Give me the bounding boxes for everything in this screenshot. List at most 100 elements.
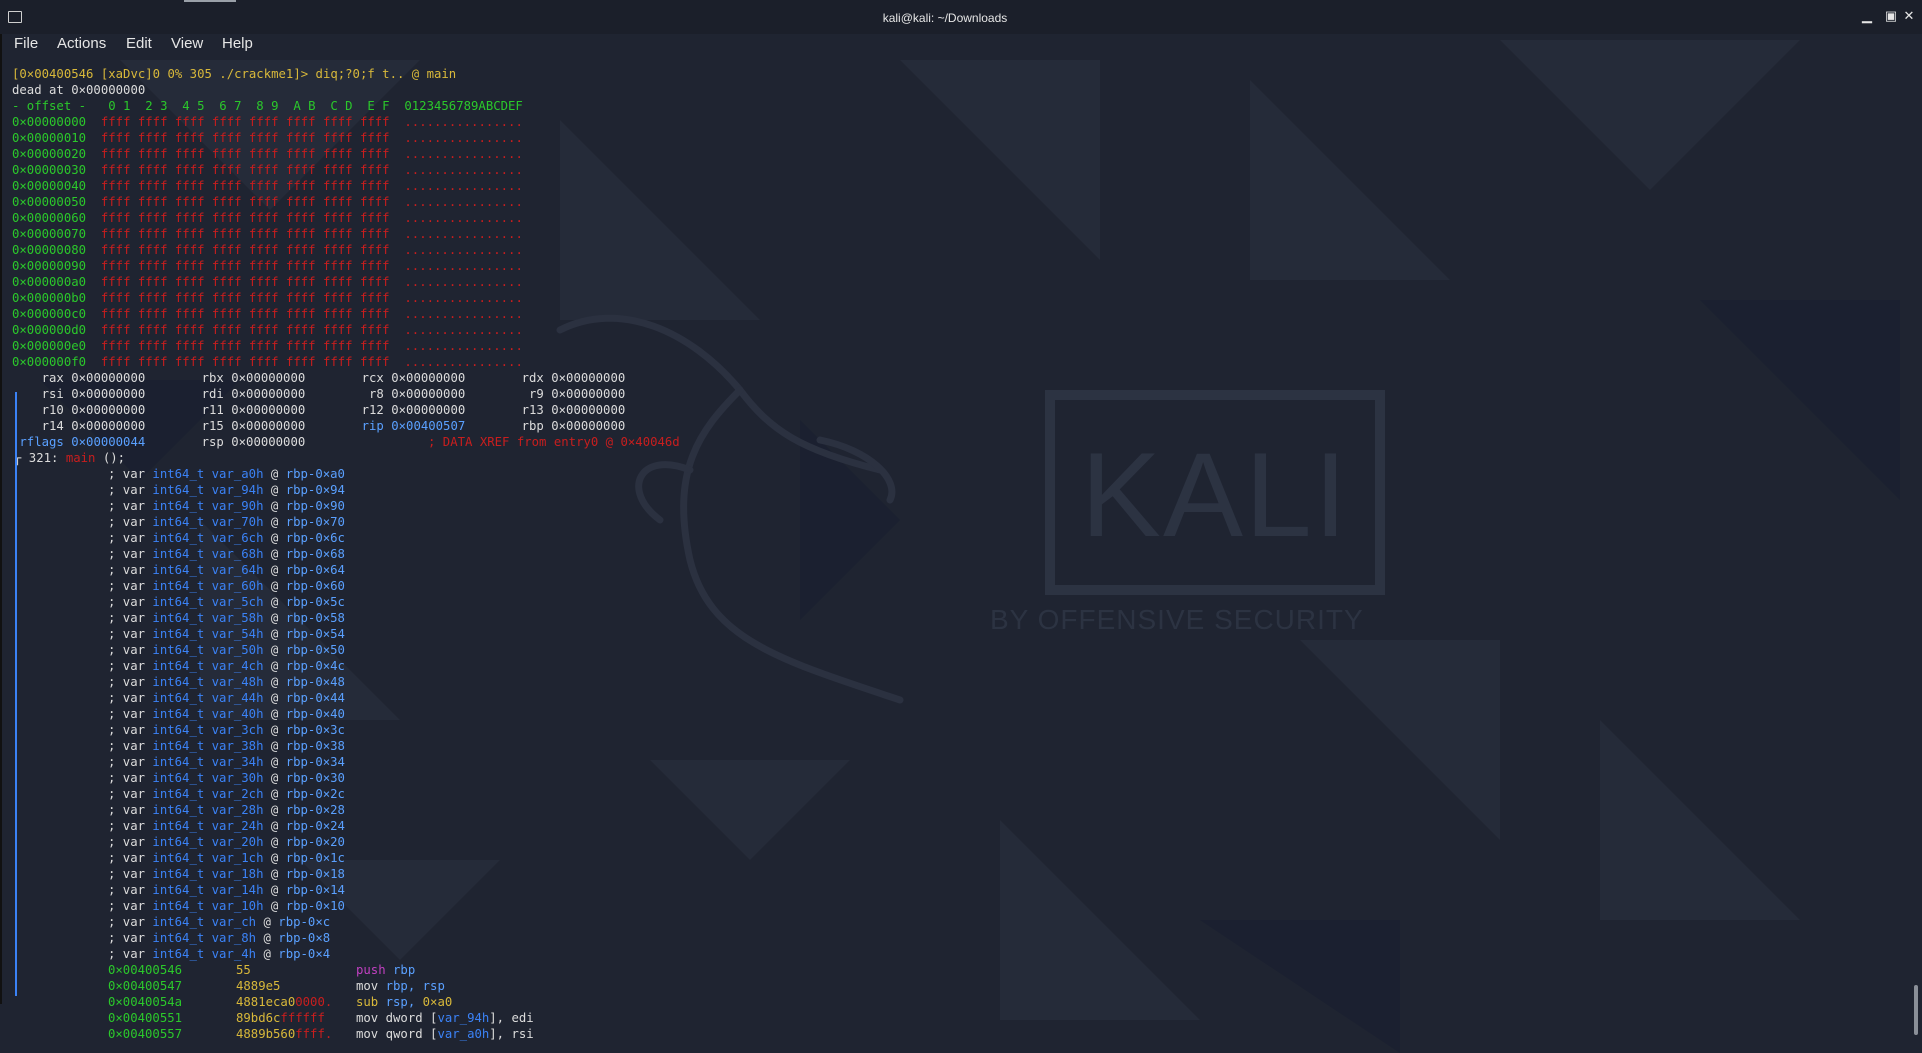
register-rax: rax 0×00000000 — [12, 370, 162, 386]
instr-address: 0×0040054a — [108, 995, 183, 1009]
var-decl: ; var int64_t var_70h @ rbp-0×70 — [108, 514, 345, 530]
active-tab-indicator — [184, 0, 236, 2]
hex-ascii: ................ — [404, 339, 523, 353]
var-decl: ; var int64_t var_1ch @ rbp-0×1c — [108, 850, 345, 866]
var-type: int64_t — [152, 707, 205, 721]
var-keyword: ; var — [108, 515, 153, 529]
var-offset: rbp-0×c — [278, 915, 331, 929]
var-at: @ — [263, 659, 286, 673]
terminal-output[interactable]: [0×00400546 [xaDvc]0 0% 305 ./crackme1]>… — [12, 66, 1902, 1050]
register-name: r12 — [332, 403, 384, 417]
register-value: 0×00000000 — [63, 403, 146, 417]
register-r10: r10 0×00000000 — [12, 402, 162, 418]
var-type: int64_t — [152, 835, 205, 849]
var-keyword: ; var — [108, 467, 153, 481]
command-prompt: [0×00400546 [xaDvc]0 0% 305 ./crackme1]>… — [12, 67, 457, 81]
hex-offset: 0×000000d0 — [12, 323, 87, 337]
var-type: int64_t — [152, 755, 205, 769]
var-type: int64_t — [152, 595, 205, 609]
var-type: int64_t — [152, 483, 205, 497]
hex-bytes: ffff ffff ffff ffff ffff ffff ffff ffff — [100, 259, 390, 273]
var-offset: rbp-0×14 — [285, 883, 345, 897]
var-at: @ — [263, 755, 286, 769]
hex-row: 0×00000030 ffff ffff ffff ffff ffff ffff… — [12, 162, 523, 178]
hex-row: 0×000000a0 ffff ffff ffff ffff ffff ffff… — [12, 274, 523, 290]
hex-offset: 0×00000080 — [12, 243, 87, 257]
hex-bytes: ffff ffff ffff ffff ffff ffff ffff ffff — [100, 131, 390, 145]
var-name: var_14h — [211, 883, 264, 897]
register-value: 0×00000000 — [63, 419, 146, 433]
var-offset: rbp-0×50 — [285, 643, 345, 657]
register-name: rdi — [172, 387, 224, 401]
register-name: r8 — [332, 387, 384, 401]
register-rip: rip 0×00400507 — [332, 418, 482, 434]
var-keyword: ; var — [108, 547, 153, 561]
func-name: main — [65, 451, 96, 465]
register-value: 0×00000000 — [63, 371, 146, 385]
var-at: @ — [263, 611, 286, 625]
hex-row: 0×00000080 ffff ffff ffff ffff ffff ffff… — [12, 242, 523, 258]
disasm-bytes: 4889e5 — [236, 978, 280, 994]
var-name: var_94h — [211, 483, 264, 497]
var-name: var_30h — [211, 771, 264, 785]
menu-view[interactable]: View — [171, 35, 203, 52]
disasm-address: 0×00400547 — [108, 978, 182, 994]
var-decl: ; var int64_t var_2ch @ rbp-0×2c — [108, 786, 345, 802]
hex-ascii: ................ — [404, 179, 523, 193]
var-offset: rbp-0×90 — [285, 499, 345, 513]
dead-line: dead at 0×00000000 — [12, 83, 146, 97]
instr-operand: var_a0h — [437, 1027, 490, 1041]
maximize-icon[interactable]: ▣ — [1882, 7, 1900, 25]
var-name: var_34h — [211, 755, 264, 769]
hex-row: 0×000000d0 ffff ffff ffff ffff ffff ffff… — [12, 322, 523, 338]
var-offset: rbp-0×10 — [285, 899, 345, 913]
var-type: int64_t — [152, 723, 205, 737]
window-titlebar[interactable]: kali@kali: ~/Downloads ▁ ▣ ✕ — [0, 0, 1922, 34]
minimize-icon[interactable]: ▁ — [1858, 7, 1876, 25]
rflags-line: rflags 0×00000044 — [12, 434, 145, 450]
close-icon[interactable]: ✕ — [1900, 7, 1918, 25]
menu-actions[interactable]: Actions — [57, 35, 106, 52]
hex-header: - offset - 0 1 2 3 4 5 6 7 8 9 A B C D E… — [12, 99, 523, 113]
register-r12: r12 0×00000000 — [332, 402, 482, 418]
disasm-address: 0×00400551 — [108, 1010, 182, 1026]
menu-file[interactable]: File — [14, 35, 38, 52]
instr-mnemonic: push — [356, 963, 394, 977]
disasm-instruction: mov rbp, rsp — [356, 978, 445, 994]
hex-offset: 0×00000050 — [12, 195, 87, 209]
var-type: int64_t — [152, 579, 205, 593]
var-type: int64_t — [152, 531, 205, 545]
hex-bytes: ffff ffff ffff ffff ffff ffff ffff ffff — [100, 195, 390, 209]
var-keyword: ; var — [108, 915, 153, 929]
var-keyword: ; var — [108, 771, 153, 785]
menu-help[interactable]: Help — [222, 35, 253, 52]
hex-ascii: ................ — [404, 307, 523, 321]
scrollbar[interactable] — [1914, 985, 1918, 1035]
instr-address: 0×00400547 — [108, 979, 183, 993]
disasm-bytes: 4881eca00000. — [236, 994, 332, 1010]
var-keyword: ; var — [108, 563, 153, 577]
hex-row: 0×000000c0 ffff ffff ffff ffff ffff ffff… — [12, 306, 523, 322]
instr-address: 0×00400557 — [108, 1027, 183, 1041]
var-decl: ; var int64_t var_28h @ rbp-0×28 — [108, 802, 345, 818]
menu-edit[interactable]: Edit — [126, 35, 152, 52]
var-keyword: ; var — [108, 723, 153, 737]
var-keyword: ; var — [108, 739, 153, 753]
var-type: int64_t — [152, 563, 205, 577]
var-at: @ — [263, 483, 286, 497]
var-at: @ — [263, 691, 286, 705]
disasm-address: 0×00400546 — [108, 962, 182, 978]
instr-operand: ], edi — [489, 1011, 534, 1025]
register-name: r11 — [172, 403, 224, 417]
instr-operand: rbp, rsp — [385, 979, 445, 993]
instr-bytes-ff: 0000. — [295, 995, 333, 1009]
var-decl: ; var int64_t var_4h @ rbp-0×4 — [108, 946, 330, 962]
var-decl: ; var int64_t var_54h @ rbp-0×54 — [108, 626, 345, 642]
register-rsp: rsp 0×00000000 — [172, 434, 306, 450]
hex-offset: 0×00000090 — [12, 259, 87, 273]
var-name: var_20h — [211, 835, 264, 849]
var-keyword: ; var — [108, 707, 153, 721]
var-offset: rbp-0×60 — [285, 579, 345, 593]
register-name: rax — [12, 371, 64, 385]
var-at: @ — [263, 835, 286, 849]
